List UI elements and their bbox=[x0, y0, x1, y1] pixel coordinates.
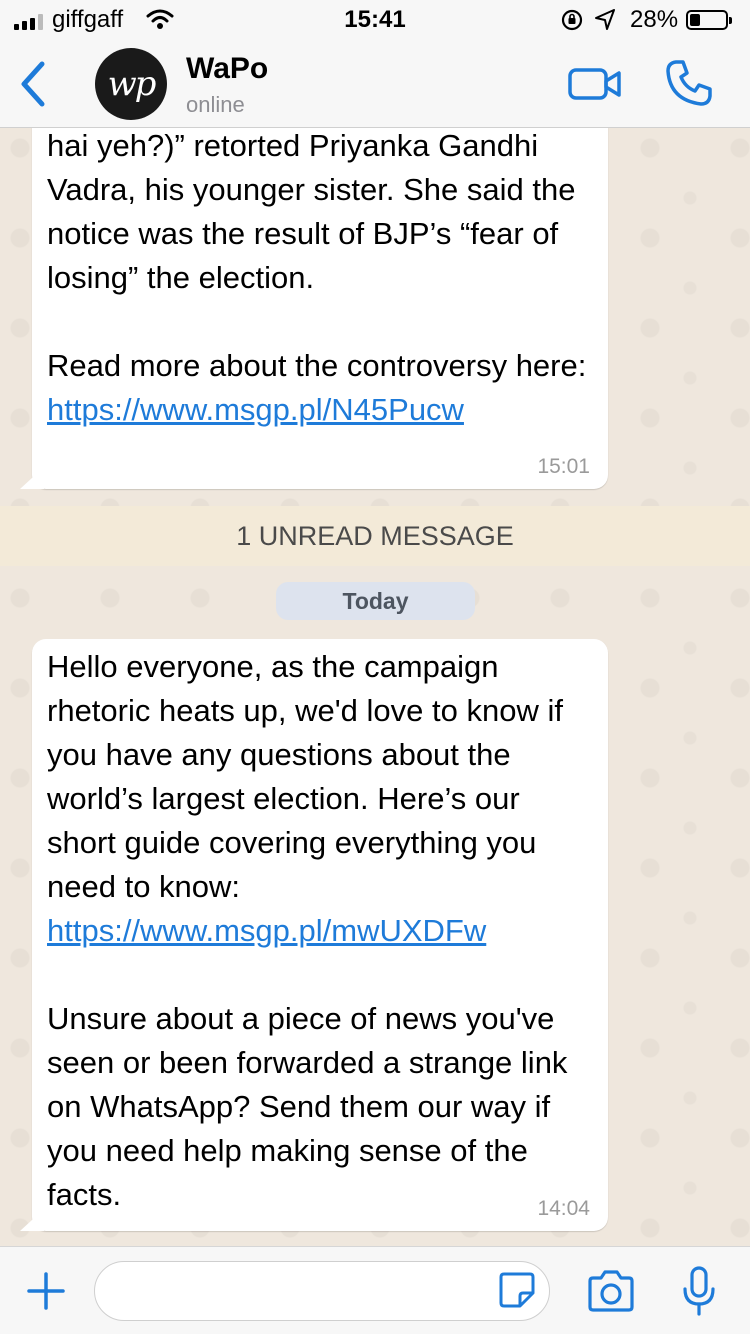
rotation-lock-icon bbox=[561, 9, 583, 31]
phone-call-icon[interactable] bbox=[664, 58, 714, 108]
location-icon bbox=[595, 9, 615, 30]
back-icon[interactable] bbox=[14, 58, 54, 110]
avatar[interactable]: wp bbox=[95, 48, 167, 120]
chat-area[interactable]: hai yeh?)” retorted Priyanka Gandhi Vadr… bbox=[0, 128, 750, 1246]
message-link[interactable]: https://www.msgp.pl/N45Pucw bbox=[47, 392, 464, 427]
message-input-bar bbox=[0, 1246, 750, 1334]
contact-name[interactable]: WaPo bbox=[186, 52, 268, 86]
message-bubble[interactable]: Hello everyone, as the campaign rhetoric… bbox=[20, 639, 608, 1231]
message-input[interactable] bbox=[94, 1261, 550, 1321]
plus-icon[interactable] bbox=[26, 1271, 66, 1311]
battery-percentage: 28% bbox=[630, 6, 679, 33]
video-call-icon[interactable] bbox=[568, 66, 622, 102]
message-text: Unsure about a piece of news you've seen… bbox=[47, 1001, 568, 1212]
sticker-icon[interactable] bbox=[498, 1271, 536, 1309]
camera-icon[interactable] bbox=[586, 1269, 636, 1313]
contact-status: online bbox=[186, 92, 245, 117]
microphone-icon[interactable] bbox=[682, 1265, 716, 1317]
message-text: hai yeh?)” retorted Priyanka Gandhi Vadr… bbox=[47, 128, 576, 295]
status-bar: giffgaff 15:41 28% bbox=[0, 0, 750, 40]
unread-messages-banner: 1 UNREAD MESSAGE bbox=[0, 506, 750, 566]
message-link-prefix: Read more about the controversy here: bbox=[47, 348, 587, 383]
date-separator: Today bbox=[276, 582, 475, 620]
message-timestamp: 15:01 bbox=[537, 455, 590, 478]
message-timestamp: 14:04 bbox=[537, 1197, 590, 1220]
message-text: Hello everyone, as the campaign rhetoric… bbox=[47, 649, 563, 904]
chat-header: wp WaPo online bbox=[0, 40, 750, 128]
message-link[interactable]: https://www.msgp.pl/mwUXDFw bbox=[47, 913, 486, 948]
message-bubble[interactable]: hai yeh?)” retorted Priyanka Gandhi Vadr… bbox=[20, 128, 608, 489]
battery-icon bbox=[686, 10, 732, 30]
message-text: Read more about the controversy here: ht… bbox=[47, 344, 592, 432]
